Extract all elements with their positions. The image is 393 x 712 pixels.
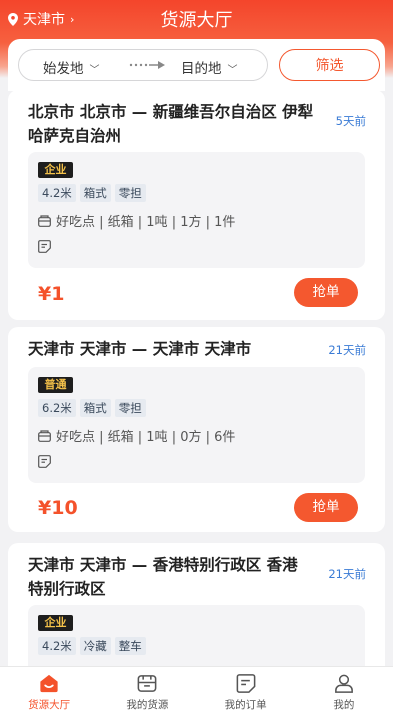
tab-cargo-hall[interactable]: 货源大厅 (0, 667, 98, 712)
bottom-tab-bar: 货源大厅 我的货源 我的订单 我的 (0, 666, 393, 712)
time-ago: 21天前 (328, 343, 366, 357)
cargo-info: 好吃点 | 纸箱 | 1吨 | 1方 | 1件 (38, 211, 235, 230)
order-card[interactable]: 北京市 北京市 — 新疆维吾尔自治区 伊犁 哈萨克自治州 5天前 企业 4.2米… (8, 90, 385, 320)
route-line: 天津市 天津市 — 香港特别行政区 香港 (28, 556, 298, 574)
chip: 4.2米 (38, 637, 76, 655)
tab-label: 我的订单 (224, 699, 267, 711)
chip: 箱式 (79, 184, 111, 202)
order-route: 天津市 天津市 — 天津市 天津市 (28, 337, 328, 361)
destination-dropdown[interactable]: 目的地 ﹀ (181, 57, 238, 77)
route-line: 北京市 北京市 — 新疆维吾尔自治区 伊犁 (28, 103, 314, 121)
package-icon (38, 429, 51, 442)
vehicle-chips: 6.2米 箱式 零担 (38, 399, 146, 417)
order-icon (236, 674, 256, 693)
chip: 4.2米 (38, 184, 76, 202)
origin-label: 始发地 (43, 61, 84, 77)
top-bar: 天津市 › 货源大厅 (0, 0, 393, 36)
chip: 零担 (114, 399, 146, 417)
tab-profile[interactable]: 我的 (295, 667, 393, 712)
destination-label: 目的地 (181, 61, 222, 77)
filter-button[interactable]: 筛选 (279, 49, 380, 81)
tab-label: 我的货源 (126, 699, 169, 711)
page-title: 货源大厅 (160, 10, 233, 31)
chip: 整车 (114, 637, 146, 655)
chip: 零担 (114, 184, 146, 202)
chevron-down-icon: ﹀ (227, 65, 238, 76)
chevron-down-icon: ﹀ (89, 65, 100, 76)
chip: 冷藏 (79, 637, 111, 655)
note-icon (38, 240, 51, 253)
route-line: 哈萨克自治州 (28, 127, 122, 145)
route-line: 天津市 天津市 — 天津市 天津市 (28, 340, 252, 358)
vehicle-chips: 4.2米 冷藏 整车 (38, 637, 146, 655)
route-line: 特别行政区 (28, 580, 106, 598)
chip: 6.2米 (38, 399, 76, 417)
order-card[interactable]: 天津市 天津市 — 天津市 天津市 21天前 普通 6.2米 箱式 零担 好吃点… (8, 327, 385, 532)
price: ¥10 (38, 497, 78, 519)
tab-my-cargo[interactable]: 我的货源 (98, 667, 196, 712)
order-detail-box: 企业 4.2米 箱式 零担 好吃点 | 纸箱 | 1吨 | 1方 | 1件 (28, 152, 365, 268)
price: ¥1 (38, 283, 65, 305)
order-card[interactable]: 天津市 天津市 — 香港特别行政区 香港 特别行政区 21天前 企业 4.2米 … (8, 543, 385, 666)
tab-label: 货源大厅 (28, 699, 71, 711)
cargo-text: 好吃点 | 纸箱 | 1吨 | 1方 | 1件 (56, 215, 236, 230)
tab-label: 我的 (333, 699, 355, 711)
order-route: 天津市 天津市 — 香港特别行政区 香港 特别行政区 (28, 553, 328, 601)
route-arrow-icon (129, 61, 165, 69)
order-detail-box: 普通 6.2米 箱式 零担 好吃点 | 纸箱 | 1吨 | 0方 | 6件 (28, 367, 365, 483)
cargo-box-icon (137, 675, 157, 692)
cargo-info: 好吃点 | 纸箱 | 1吨 | 0方 | 6件 (38, 426, 235, 445)
grab-order-button[interactable]: 抢单 (294, 493, 358, 522)
package-icon (38, 214, 51, 227)
origin-dropdown[interactable]: 始发地 ﹀ (43, 57, 100, 77)
filter-bar: 始发地 ﹀ 目的地 ﹀ 筛选 (8, 39, 385, 91)
grab-order-button[interactable]: 抢单 (294, 278, 358, 307)
time-ago: 21天前 (328, 567, 366, 581)
note-icon (38, 455, 51, 468)
order-route: 北京市 北京市 — 新疆维吾尔自治区 伊犁 哈萨克自治州 (28, 100, 328, 148)
company-type-badge: 企业 (38, 162, 73, 178)
tab-my-orders[interactable]: 我的订单 (197, 667, 295, 712)
user-icon (334, 674, 353, 693)
chip: 箱式 (79, 399, 111, 417)
vehicle-chips: 4.2米 箱式 零担 (38, 184, 146, 202)
cargo-text: 好吃点 | 纸箱 | 1吨 | 0方 | 6件 (56, 430, 236, 445)
order-detail-box: 企业 4.2米 冷藏 整车 (28, 605, 365, 666)
company-type-badge: 企业 (38, 615, 73, 631)
route-selector: 始发地 ﹀ 目的地 ﹀ (18, 49, 268, 81)
home-icon (40, 674, 58, 693)
company-type-badge: 普通 (38, 377, 73, 393)
time-ago: 5天前 (335, 114, 366, 128)
